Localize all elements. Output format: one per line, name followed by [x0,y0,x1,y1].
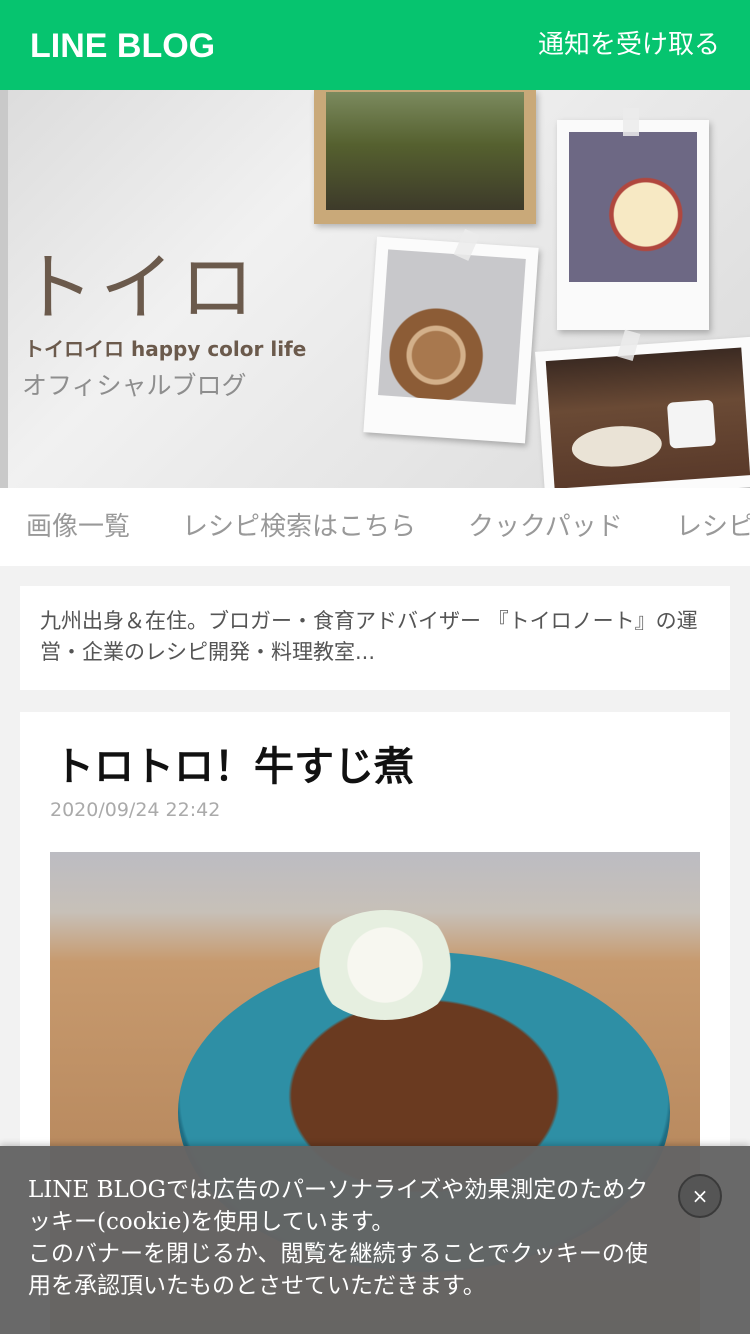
banner-photo-breakfast [535,329,750,488]
official-blog-label: オフィシャルブログ [22,371,247,400]
blog-nav-tabs: 画像一覧 レシピ検索はこちら クックパッド レシピ [0,488,750,566]
blog-description: 九州出身＆在住。ブロガー・食育アドバイザー 『トイロノート』の運営・企業のレシピ… [40,609,698,664]
notify-button[interactable]: 通知を受け取る [538,26,720,64]
blog-subtitle: トイロイロ happy color life [24,337,307,361]
garnish-shape [310,910,460,1020]
banner-photo-jars [314,90,536,224]
article-date: 2020/09/24 22:42 [50,799,221,821]
banner-edge [0,90,8,488]
blog-title: トイロ [20,245,260,331]
tab-cookpad[interactable]: クックパッド [468,510,623,544]
app-header: LINE BLOG 通知を受け取る [0,0,750,90]
banner-photo-omelette [557,108,709,330]
tab-image-list[interactable]: 画像一覧 [26,510,130,544]
cookie-banner-text: LINE BLOGでは広告のパーソナライズや効果測定のためクッキー(cookie… [28,1174,668,1302]
tab-recipe-search[interactable]: レシピ検索はこちら [182,510,416,544]
article-title[interactable]: トロトロ！牛すじ煮 [54,742,414,792]
line-blog-logo[interactable]: LINE BLOG [30,26,215,66]
cookie-consent-banner: LINE BLOGでは広告のパーソナライズや効果測定のためクッキー(cookie… [0,1146,750,1334]
blog-description-card[interactable]: 九州出身＆在住。ブロガー・食育アドバイザー 『トイロノート』の運営・企業のレシピ… [20,586,730,690]
close-cookie-button[interactable]: × [678,1174,722,1218]
cookie-text-line1: LINE BLOGでは広告のパーソナライズや効果測定のためクッキー(cookie… [28,1177,649,1235]
tab-recipe[interactable]: レシピ [676,510,750,544]
blog-header-banner: トイロ トイロイロ happy color life オフィシャルブログ [0,90,750,488]
cookie-text-line2: このバナーを閉じるか、閲覧を継続することでクッキーの使用を承認頂いたものとさせて… [28,1241,648,1299]
banner-photo-donut [363,228,539,444]
